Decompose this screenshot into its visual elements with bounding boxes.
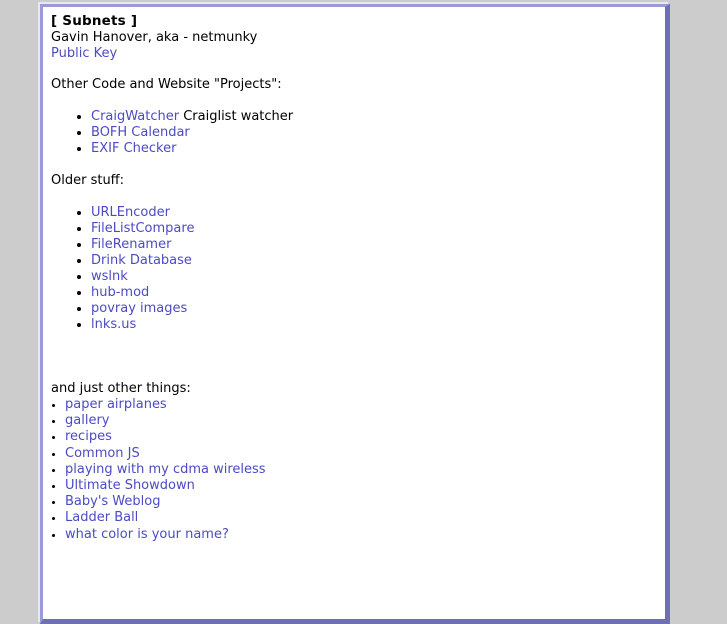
list-item: playing with my cdma wireless <box>65 462 657 478</box>
public-key-line: Public Key <box>51 46 657 61</box>
list-item: what color is your name? <box>65 527 657 543</box>
other-thing-link[interactable]: Baby's Weblog <box>65 494 160 509</box>
older-stuff-link[interactable]: wslnk <box>91 269 128 284</box>
list-item: FileRenamer <box>91 237 657 253</box>
other-thing-link[interactable]: playing with my cdma wireless <box>65 462 266 477</box>
other-thing-link[interactable]: gallery <box>65 413 109 428</box>
older-stuff-link[interactable]: FileRenamer <box>91 237 171 252</box>
list-item: Ladder Ball <box>65 510 657 526</box>
other-thing-link[interactable]: paper airplanes <box>65 397 167 412</box>
list-item: FileListCompare <box>91 221 657 237</box>
list-item: EXIF Checker <box>91 141 657 157</box>
page-title: [ Subnets ] <box>51 13 138 29</box>
older-stuff-link[interactable]: hub-mod <box>91 285 149 300</box>
older-stuff-link[interactable]: povray images <box>91 301 187 316</box>
project-link[interactable]: EXIF Checker <box>91 141 176 156</box>
other-thing-link[interactable]: recipes <box>65 429 112 444</box>
project-link[interactable]: BOFH Calendar <box>91 125 190 140</box>
list-item: lnks.us <box>91 317 657 333</box>
other-thing-link[interactable]: Common JS <box>65 446 140 461</box>
older-stuff-link[interactable]: URLEncoder <box>91 205 170 220</box>
list-item: gallery <box>65 413 657 429</box>
other-thing-link[interactable]: Ladder Ball <box>65 510 138 525</box>
list-item: Drink Database <box>91 253 657 269</box>
older-heading: Older stuff: <box>51 173 125 188</box>
content-frame: [ Subnets ] Gavin Hanover, aka - netmunk… <box>40 4 670 624</box>
author-byline: Gavin Hanover, aka - netmunky <box>51 30 258 45</box>
older-stuff-link[interactable]: FileListCompare <box>91 221 194 236</box>
older-stuff-link[interactable]: lnks.us <box>91 317 136 332</box>
other-thing-link[interactable]: what color is your name? <box>65 527 229 542</box>
project-description: Craiglist watcher <box>179 109 294 124</box>
project-link[interactable]: CraigWatcher <box>91 109 179 124</box>
list-item: wslnk <box>91 269 657 285</box>
list-item: Ultimate Showdown <box>65 478 657 494</box>
list-item: hub-mod <box>91 285 657 301</box>
older-stuff-link[interactable]: Drink Database <box>91 253 192 268</box>
projects-list: CraigWatcher Craiglist watcherBOFH Calen… <box>51 109 657 157</box>
list-item: Common JS <box>65 446 657 462</box>
other-things-list: paper airplanesgalleryrecipes Common JSpl… <box>51 397 657 543</box>
older-stuff-list: URLEncoderFileListCompareFileRenamerDrin… <box>51 205 657 333</box>
list-item: recipes <box>65 429 657 445</box>
other-thing-link[interactable]: Ultimate Showdown <box>65 478 195 493</box>
projects-heading: Other Code and Website "Projects": <box>51 77 282 92</box>
list-item: URLEncoder <box>91 205 657 221</box>
public-key-link[interactable]: Public Key <box>51 46 117 61</box>
list-item: povray images <box>91 301 657 317</box>
list-item: paper airplanes <box>65 397 657 413</box>
other-things-heading: and just other things: <box>51 381 191 396</box>
list-item: Baby's Weblog <box>65 494 657 510</box>
list-item: CraigWatcher Craiglist watcher <box>91 109 657 125</box>
list-item: BOFH Calendar <box>91 125 657 141</box>
